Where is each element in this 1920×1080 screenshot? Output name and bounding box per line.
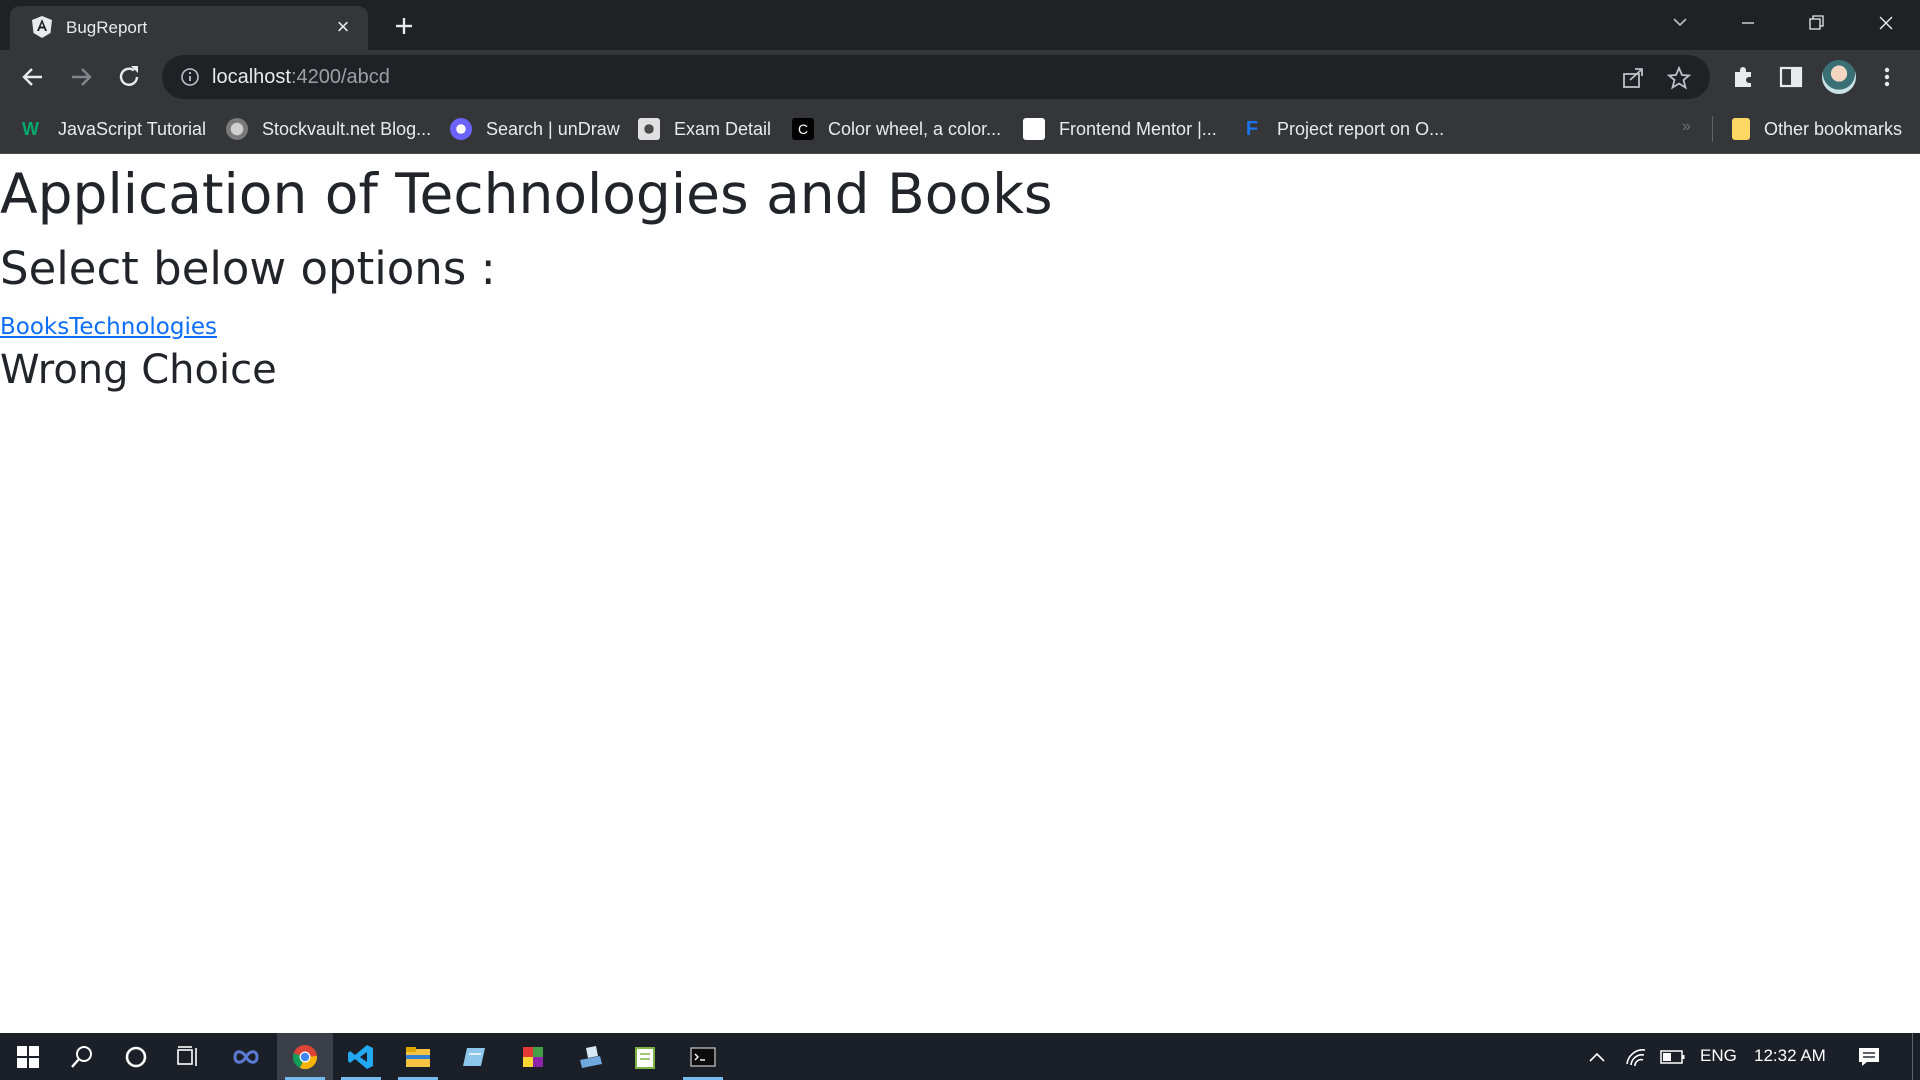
cortana-button[interactable]	[108, 1033, 164, 1080]
tab-close-icon[interactable]: ×	[332, 16, 354, 38]
page-content: Application of Technologies and Books Se…	[0, 154, 1920, 1033]
url-path: :4200/abcd	[290, 66, 390, 88]
side-panel-icon[interactable]	[1776, 62, 1806, 92]
bookmark-item[interactable]: W JavaScript Tutorial	[22, 117, 206, 141]
file-explorer-icon	[406, 1046, 430, 1067]
bookmark-label: Stockvault.net Blog...	[262, 118, 432, 139]
cortana-circle-icon	[125, 1046, 147, 1067]
tray-chevron-up-icon[interactable]	[1586, 1047, 1608, 1067]
browser-tab[interactable]: BugReport ×	[10, 6, 368, 50]
profile-avatar[interactable]	[1822, 60, 1856, 94]
notifications-icon[interactable]	[1856, 1045, 1882, 1069]
angular-icon	[32, 16, 52, 38]
bookmarks-bar: W JavaScript Tutorial Stockvault.net Blo…	[0, 104, 1920, 154]
stockvault-icon	[226, 118, 248, 140]
taskbar-app-terminal[interactable]	[675, 1033, 731, 1080]
bookmark-item[interactable]: Stockvault.net Blog...	[226, 117, 431, 141]
bookmark-item[interactable]: C Color wheel, a color...	[792, 117, 1001, 141]
bookmark-label: Exam Detail	[674, 118, 772, 139]
taskbar-app-infinity[interactable]	[218, 1033, 274, 1080]
chrome-icon	[292, 1044, 318, 1069]
site-info-icon[interactable]	[180, 67, 200, 87]
reload-icon[interactable]	[114, 62, 144, 92]
start-button[interactable]	[0, 1033, 56, 1080]
bookmark-item[interactable]: Exam Detail	[638, 117, 771, 141]
terminal-icon	[690, 1046, 716, 1067]
back-arrow-icon[interactable]	[18, 62, 48, 92]
undraw-icon	[450, 118, 472, 140]
project-report-icon: F	[1245, 118, 1259, 140]
bookmarks-separator	[1712, 116, 1713, 142]
bookmark-label: Search | unDraw	[486, 118, 620, 139]
menu-kebab-icon[interactable]	[1872, 62, 1902, 92]
minimize-icon[interactable]	[1728, 8, 1768, 38]
taskbar-app-notes[interactable]	[446, 1033, 502, 1080]
forward-arrow-icon[interactable]	[66, 62, 96, 92]
bookmark-item[interactable]: Search | unDraw	[450, 117, 620, 141]
taskbar-app-install[interactable]	[562, 1033, 618, 1080]
wifi-icon[interactable]	[1624, 1046, 1648, 1068]
taskbar-app-notepad[interactable]	[617, 1033, 673, 1080]
bookmark-label: Frontend Mentor |...	[1059, 118, 1217, 139]
page-title: Application of Technologies and Books	[0, 162, 1053, 226]
bookmark-label: Project report on O...	[1277, 118, 1445, 139]
url-host: localhost	[212, 66, 291, 88]
taskbar-app-explorer[interactable]	[390, 1033, 446, 1080]
bookmark-item[interactable]: Frontend Mentor |...	[1023, 117, 1217, 141]
frontend-mentor-icon	[1023, 118, 1045, 140]
bookmark-label: JavaScript Tutorial	[58, 118, 207, 139]
url-text: localhost:4200/abcd	[212, 66, 390, 89]
tab-strip: BugReport ×	[0, 0, 1920, 50]
search-icon	[71, 1045, 92, 1068]
option-links: BooksTechnologies	[0, 314, 217, 340]
taskbar-app-colorful[interactable]	[505, 1033, 561, 1080]
installer-icon	[580, 1045, 602, 1068]
infinity-app-icon	[233, 1049, 259, 1064]
new-tab-icon[interactable]	[390, 12, 418, 40]
w3schools-icon: W	[22, 119, 39, 139]
clock[interactable]: 12:32 AM	[1754, 1046, 1826, 1066]
windows-icon	[17, 1045, 39, 1068]
notepad-icon	[635, 1046, 655, 1069]
task-view-button[interactable]	[160, 1033, 216, 1080]
color-wheel-icon: C	[792, 118, 814, 140]
language-indicator[interactable]: ENG	[1700, 1046, 1737, 1066]
bookmarks-overflow-icon[interactable]: »	[1682, 118, 1691, 136]
task-view-icon	[177, 1045, 197, 1066]
vscode-icon	[348, 1044, 373, 1069]
books-link[interactable]: Books	[0, 314, 69, 340]
tab-search-chevron-icon[interactable]	[1660, 8, 1700, 38]
address-bar[interactable]: localhost:4200/abcd	[162, 55, 1710, 99]
taskbar-app-vscode[interactable]	[333, 1033, 389, 1080]
windows-taskbar: ENG 12:32 AM	[0, 1033, 1920, 1080]
extensions-puzzle-icon[interactable]	[1728, 62, 1758, 92]
show-desktop-divider[interactable]	[1912, 1033, 1913, 1080]
browser-chrome: BugReport × localhost:4200/abcd W JavaSc…	[0, 0, 1920, 154]
bookmark-star-icon[interactable]	[1666, 65, 1692, 91]
colorful-app-icon	[523, 1046, 543, 1067]
bookmark-item[interactable]: F Project report on O...	[1241, 117, 1444, 141]
tab-title: BugReport	[66, 18, 148, 37]
technologies-link[interactable]: Technologies	[69, 314, 217, 340]
browser-toolbar: localhost:4200/abcd	[0, 50, 1920, 104]
page-subtitle: Select below options :	[0, 242, 496, 295]
close-window-icon[interactable]	[1866, 8, 1906, 38]
notes-app-icon	[463, 1047, 485, 1066]
other-bookmarks-label: Other bookmarks	[1764, 118, 1903, 139]
bookmark-label: Color wheel, a color...	[828, 118, 1002, 139]
other-bookmarks[interactable]: Other bookmarks	[1732, 117, 1902, 141]
restore-icon[interactable]	[1796, 8, 1836, 38]
search-button[interactable]	[54, 1033, 110, 1080]
taskbar-app-chrome[interactable]	[277, 1033, 333, 1080]
folder-icon	[1732, 118, 1750, 140]
exam-icon	[638, 118, 660, 140]
battery-icon[interactable]	[1660, 1048, 1686, 1066]
share-icon[interactable]	[1620, 65, 1646, 91]
wrong-choice-message: Wrong Choice	[0, 347, 277, 393]
